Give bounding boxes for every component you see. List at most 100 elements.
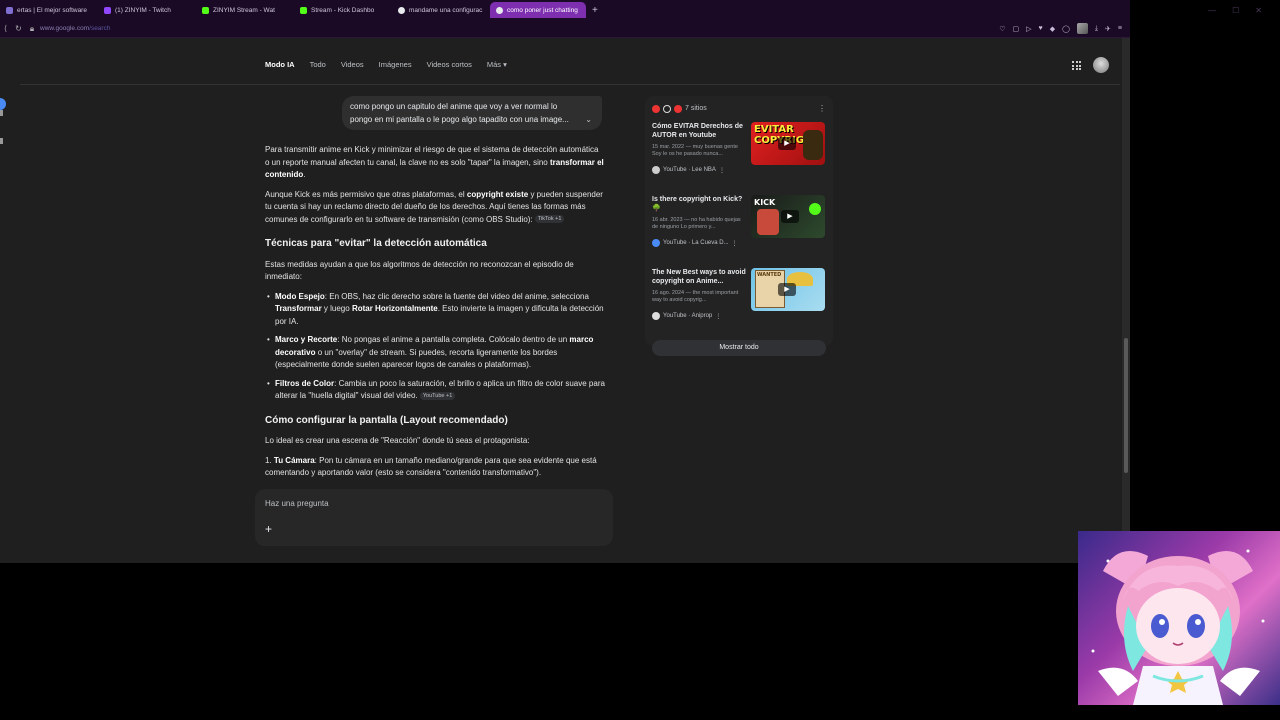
browser-tab[interactable]: ZINYIM Stream - Wat [196,2,294,18]
video-thumbnail[interactable]: EVITAR COPYRIGHT ▶ [751,122,825,165]
browser-tab-active[interactable]: como poner just chatting [490,2,586,18]
nav-imagenes[interactable]: Imágenes [379,60,412,69]
answer-paragraph: Para transmitir anime en Kick y minimiza… [265,145,604,179]
list-item: Marco y Recorte: No pongas el anime a pa… [267,334,605,372]
more-options-icon[interactable]: ⋮ [715,313,721,320]
side-marker-icon [0,138,3,144]
play-icon[interactable]: ▶ [778,137,796,150]
play-icon[interactable]: ▷ [1026,25,1031,33]
source-snippet: 16 abr. 2023 — no ha habido quejas de ni… [652,217,741,230]
nav-todo[interactable]: Todo [310,60,326,69]
section-heading: Cómo configurar la pantalla (Layout reco… [265,414,508,426]
url-path: /search [89,25,111,32]
header-divider [20,84,1120,85]
source-snippet: 16 ago. 2024 — the most important way to… [652,290,739,303]
back-icon[interactable]: ⟨ [4,24,7,34]
nav-mas[interactable]: Más ▾ [487,60,507,69]
character-figure [803,130,823,160]
thumbnail-text: KICK [754,198,776,207]
url-field[interactable]: www.google.com/search [40,25,110,32]
source-card[interactable]: Is there copyright on Kick? 🌳 16 abr. 20… [652,195,826,259]
bookmark-icon[interactable]: ♡ [999,25,1005,33]
source-card[interactable]: Cómo EVITAR Derechos de AUTOR en Youtube… [652,122,826,186]
user-query-bubble[interactable]: como pongo un capitulo del anime que voy… [342,96,602,130]
channel-avatar-icon [652,239,660,247]
screen: { "browser": { "tabs": [ {"label": "erta… [0,0,1280,720]
tiktok-icon [663,104,671,113]
youtube-icon [652,104,660,113]
browser-tab[interactable]: Stream - Kick Dashbo [294,2,392,18]
lock-icon[interactable]: 🔒︎ [30,24,34,34]
more-options-icon[interactable]: ⋮ [719,167,725,174]
video-thumbnail[interactable]: KICK ▶ [751,195,825,238]
avatar[interactable] [1093,57,1109,73]
source-chip[interactable]: TikTok +1 [534,215,565,224]
extension-icon[interactable]: ◆ [1050,25,1055,33]
browser-tab[interactable]: mandame una configurac [392,2,490,18]
more-options-icon[interactable]: ⋮ [818,104,826,113]
tab-strip: ertas | El mejor software (1) ZINYIM - T… [0,0,1130,20]
reload-icon[interactable]: ↻ [15,24,22,34]
download-icon[interactable]: ⤓ [1095,25,1098,33]
ask-input[interactable]: Haz una pregunta + [255,489,613,546]
more-options-icon[interactable]: ⋮ [732,240,738,247]
video-thumbnail[interactable]: WANTED ▶ [751,268,825,311]
source-title[interactable]: The New Best ways to avoid copyright on … [652,268,748,286]
ai-answer: Para transmitir anime en Kick y minimiza… [265,144,605,487]
list-item: Filtros de Color: Cambia un poco la satu… [267,378,605,403]
sources-count: 7 sitios [685,105,707,112]
side-marker-icon [0,110,3,116]
url-host: www.google.com [40,25,90,32]
source-card[interactable]: The New Best ways to avoid copyright on … [652,268,826,332]
vtuber-avatar-overlay [1078,531,1280,705]
apps-grid-icon[interactable] [1072,61,1081,70]
kick-icon [300,6,307,14]
nav-videos-cortos[interactable]: Videos cortos [427,60,472,69]
minimize-icon[interactable]: — [1208,6,1216,15]
list-item: Modo Espejo: En OBS, haz clic derecho so… [267,291,605,329]
plus-icon[interactable]: + [265,522,272,536]
kick-icon [202,6,209,14]
screenshot-icon[interactable]: ▢ [1013,25,1020,33]
ai-icon[interactable]: ✈ [1105,25,1111,33]
sources-panel: 7 sitios ⋮ Cómo EVITAR Derechos de AUTOR… [645,96,833,356]
character-figure [757,209,779,235]
answer-paragraph: Lo ideal es crear una escena de "Reacció… [265,436,530,445]
nav-videos[interactable]: Videos [341,60,364,69]
section-heading: Técnicas para "evitar" la detección auto… [265,238,487,249]
technique-list: Modo Espejo: En OBS, haz clic derecho so… [265,291,605,403]
maximize-icon[interactable]: ☐ [1232,6,1239,15]
chat-icon[interactable]: ◯ [1062,25,1070,33]
close-icon[interactable]: ✕ [1255,6,1262,15]
channel-avatar-icon [652,166,660,174]
query-text: como pongo un capitulo del anime que voy… [350,102,569,124]
heart-icon[interactable]: ♥ [1039,25,1043,32]
answer-paragraph: Estas medidas ayudan a que los algoritmo… [265,259,574,282]
google-icon [496,6,503,14]
toolbar-icons: ♡ ▢ ▷ ♥ ◆ ◯ ⤓ ✈ ≡ [999,23,1130,34]
show-all-button[interactable]: Mostrar todo [652,340,826,356]
nav-buttons: ⟨ ↻ 🔒︎ [0,24,40,34]
source-title[interactable]: Is there copyright on Kick? 🌳 [652,195,748,213]
play-icon[interactable]: ▶ [781,210,799,223]
window-controls: — ☐ ✕ [1130,0,1280,20]
answer-paragraph: Aunque Kick es más permisivo que otras p… [265,189,603,224]
google-side-icon[interactable] [0,98,6,110]
address-bar: ⟨ ↻ 🔒︎ www.google.com/search ♡ ▢ ▷ ♥ ◆ ◯… [0,20,1130,38]
new-tab-button[interactable]: + [586,5,598,16]
source-chip[interactable]: YouTube +1 [419,391,456,400]
nav-modo-ia[interactable]: Modo IA [265,60,295,69]
vtuber-avatar-image [1091,549,1265,705]
ask-placeholder: Haz una pregunta [265,499,329,508]
extension-image-icon[interactable] [1076,23,1088,34]
play-icon[interactable]: ▶ [778,283,796,296]
menu-icon[interactable]: ≡ [1118,25,1122,32]
browser-tab[interactable]: (1) ZINYIM - Twitch [98,2,196,18]
browser-tab[interactable]: ertas | El mejor software [0,2,98,18]
page-scrollbar[interactable] [1122,38,1130,563]
scrollbar-thumb[interactable] [1124,338,1128,473]
source-title[interactable]: Cómo EVITAR Derechos de AUTOR en Youtube [652,122,748,140]
chevron-down-icon[interactable]: ⌄ [585,114,592,127]
thumbnail-text: WANTED [757,272,782,278]
sources-header[interactable]: 7 sitios ⋮ [652,104,826,113]
